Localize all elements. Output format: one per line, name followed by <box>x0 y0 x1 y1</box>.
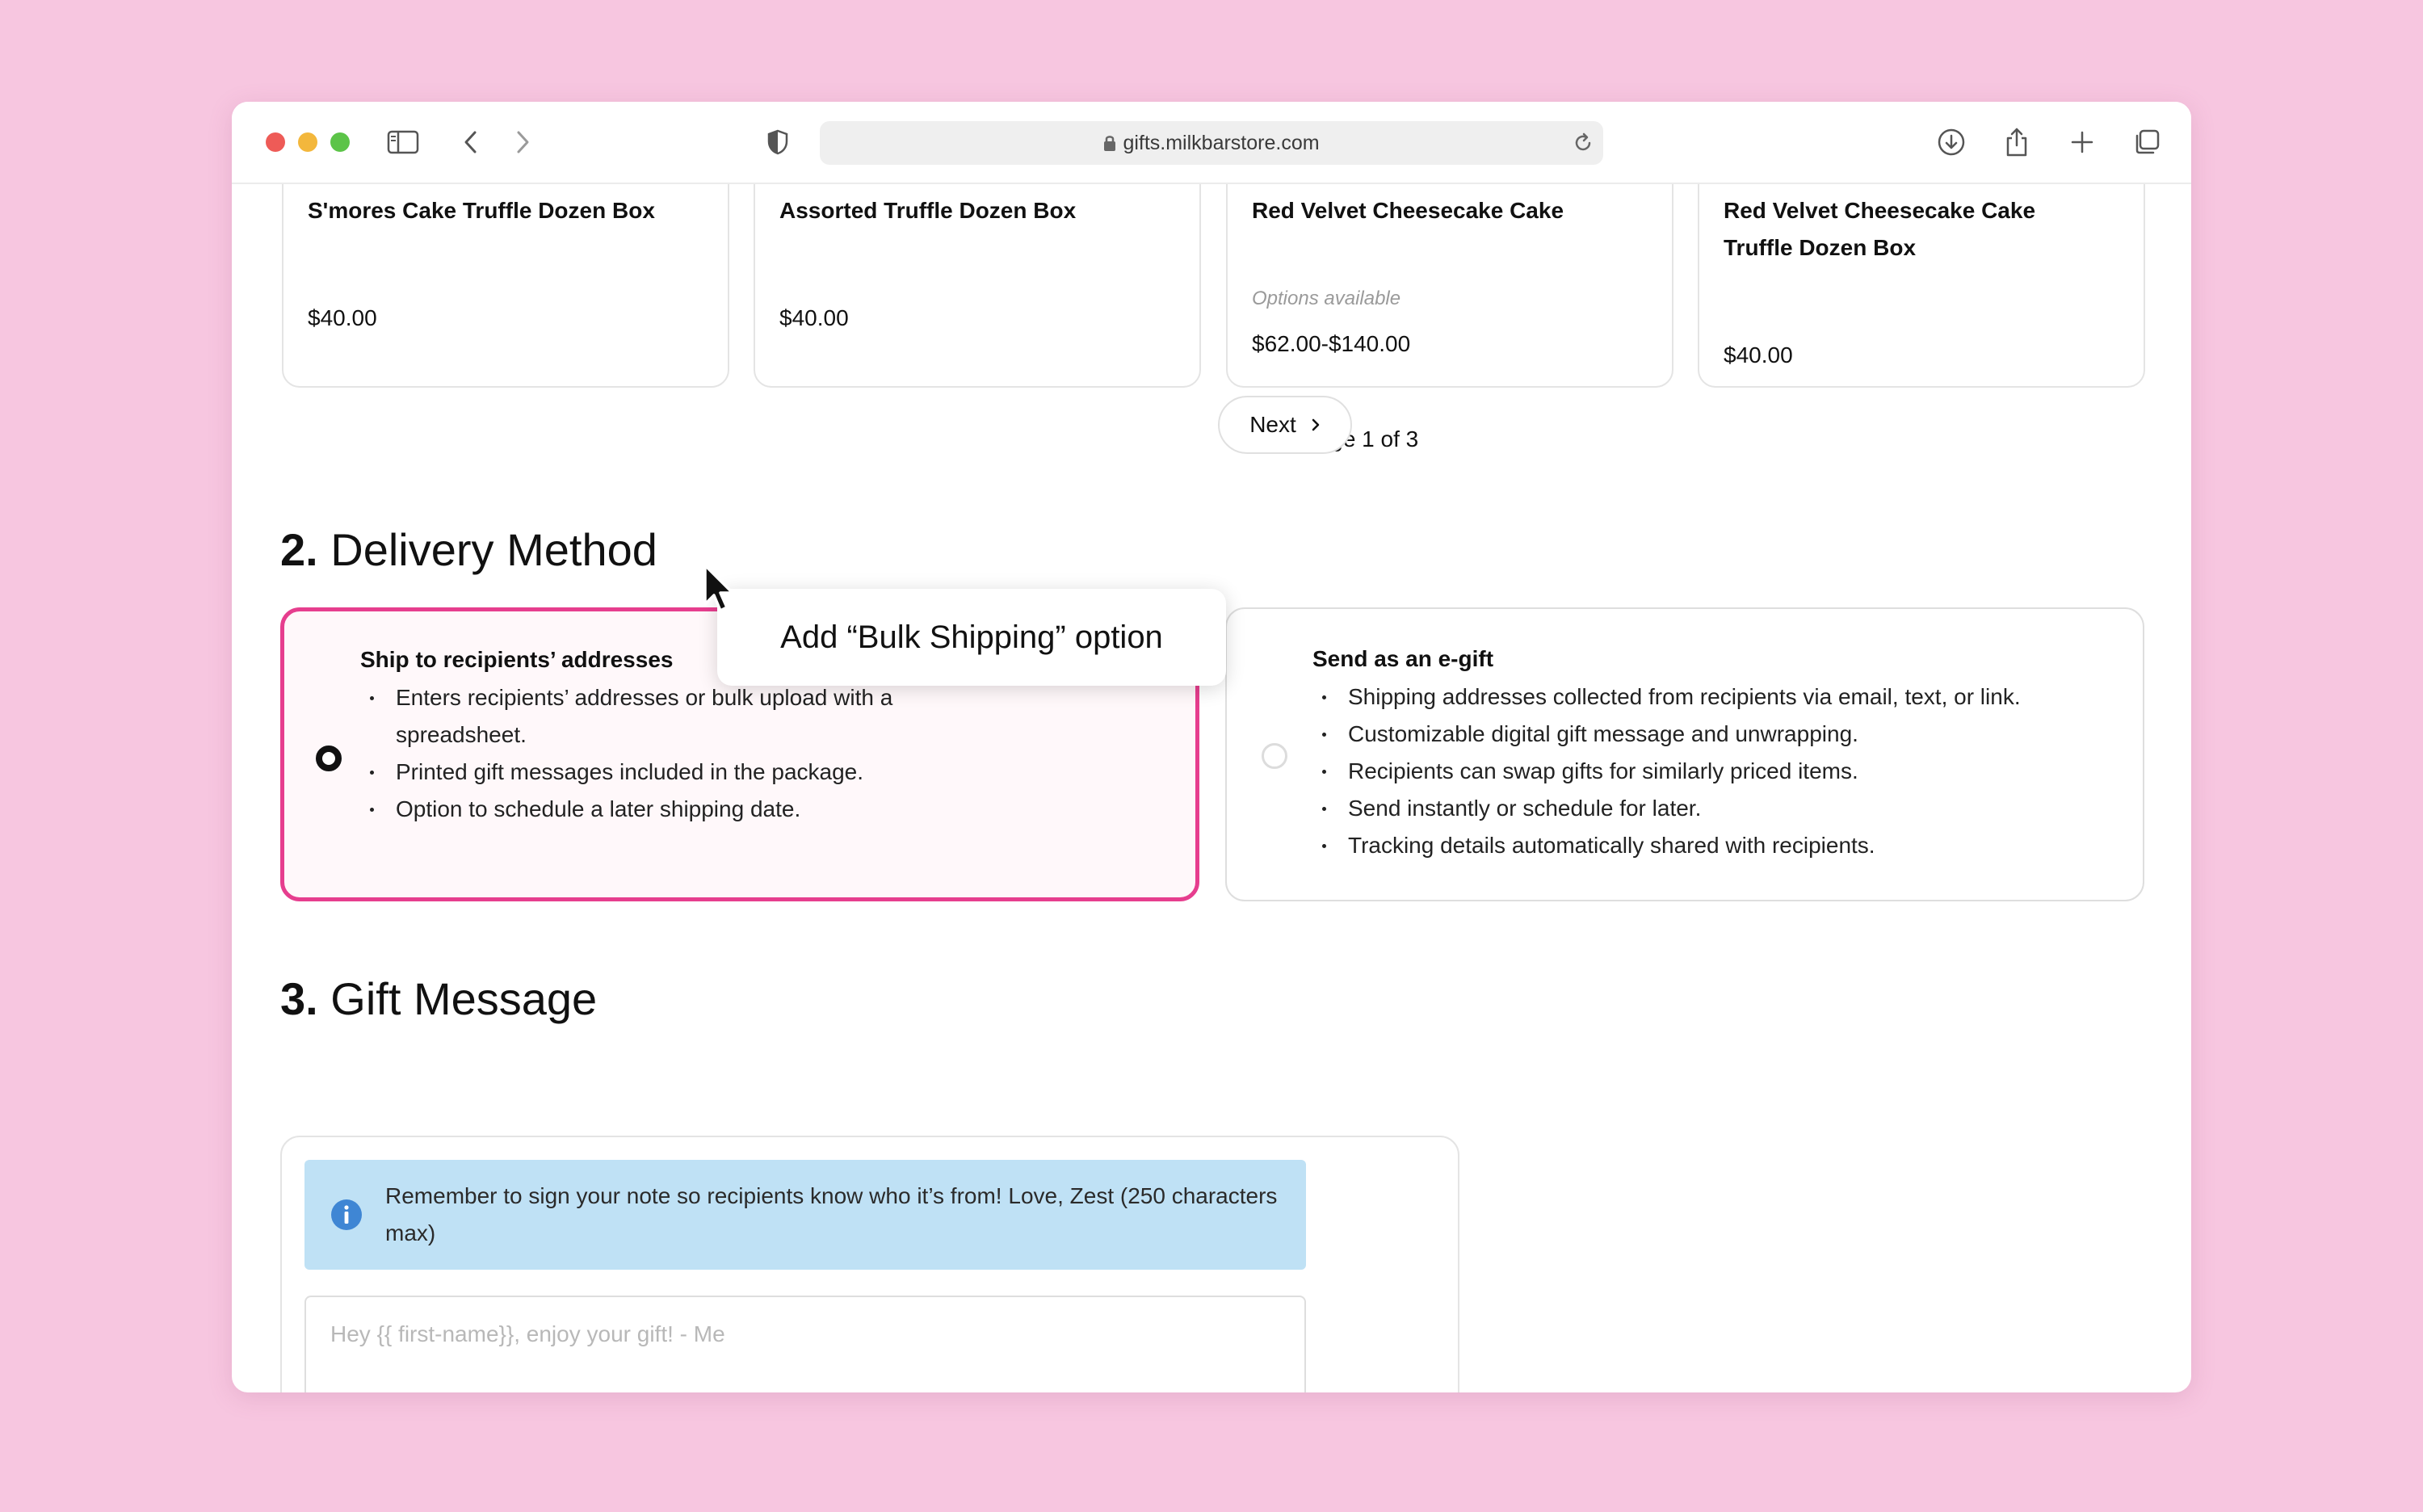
privacy-shield-icon[interactable] <box>762 126 794 158</box>
list-item: Enters recipients’ addresses or bulk upl… <box>360 679 974 754</box>
section-title: Delivery Method <box>330 524 657 575</box>
browser-window: gifts.milkbarstore.com S'mores Cake Truf… <box>232 102 2191 1392</box>
product-card[interactable]: Red Velvet Cheesecake Cake Truffle Dozen… <box>1698 183 2145 388</box>
radio-selected[interactable] <box>316 746 342 771</box>
delivery-method-heading: 2. Delivery Method <box>280 523 657 576</box>
option-bullets: Shipping addresses collected from recipi… <box>1312 678 2128 864</box>
product-options-note: Options available <box>1252 288 1401 309</box>
gift-message-card: Remember to sign your note so recipients… <box>280 1136 1459 1392</box>
new-tab-plus-icon[interactable] <box>2066 126 2098 158</box>
product-name: Red Velvet Cheesecake Cake <box>1252 198 1564 223</box>
download-icon[interactable] <box>1935 126 1967 158</box>
option-bullets: Enters recipients’ addresses or bulk upl… <box>360 679 974 828</box>
info-banner: Remember to sign your note so recipients… <box>304 1160 1306 1270</box>
chevron-right-icon <box>1311 412 1321 438</box>
list-item: Tracking details automatically shared wi… <box>1312 827 2128 864</box>
mouse-cursor-icon <box>702 562 737 620</box>
address-bar[interactable]: gifts.milkbarstore.com <box>820 121 1603 165</box>
product-price: $40.00 <box>308 305 377 330</box>
list-item: Customizable digital gift message and un… <box>1312 716 2128 753</box>
gift-message-input[interactable] <box>304 1296 1306 1392</box>
gift-message-heading: 3. Gift Message <box>280 972 597 1025</box>
section-number: 3. <box>280 973 318 1024</box>
zoom-window-button[interactable] <box>330 132 350 152</box>
page-content: S'mores Cake Truffle Dozen Box $40.00 As… <box>232 183 2191 1392</box>
section-number: 2. <box>280 524 318 575</box>
list-item: Recipients can swap gifts for similarly … <box>1312 753 2128 790</box>
option-title: Send as an e-gift <box>1312 646 1494 671</box>
next-page-label: Next <box>1249 412 1296 437</box>
info-text: Remember to sign your note so recipients… <box>385 1183 1278 1245</box>
info-icon <box>330 1199 363 1235</box>
product-price: $62.00-$140.00 <box>1252 331 1411 356</box>
product-card[interactable]: S'mores Cake Truffle Dozen Box $40.00 <box>282 183 729 388</box>
url-text: gifts.milkbarstore.com <box>1123 132 1320 154</box>
tab-overview-icon[interactable] <box>2131 126 2163 158</box>
minimize-window-button[interactable] <box>298 132 317 152</box>
product-card[interactable]: Assorted Truffle Dozen Box $40.00 <box>754 183 1201 388</box>
sidebar-toggle-icon[interactable] <box>387 126 419 158</box>
browser-toolbar: gifts.milkbarstore.com <box>232 102 2191 184</box>
close-window-button[interactable] <box>266 132 285 152</box>
share-icon[interactable] <box>2001 126 2033 158</box>
list-item: Option to schedule a later shipping date… <box>360 791 974 828</box>
product-name: S'mores Cake Truffle Dozen Box <box>308 198 655 223</box>
forward-arrow-icon[interactable] <box>506 126 539 158</box>
product-card[interactable]: Red Velvet Cheesecake Cake Options avail… <box>1226 183 1673 388</box>
option-title: Ship to recipients’ addresses <box>360 647 674 672</box>
reload-icon[interactable] <box>1573 132 1594 158</box>
next-page-button[interactable]: Next <box>1218 396 1352 454</box>
list-item: Send instantly or schedule for later. <box>1312 790 2128 827</box>
list-item: Shipping addresses collected from recipi… <box>1312 678 2128 716</box>
product-name: Assorted Truffle Dozen Box <box>779 198 1077 223</box>
product-price: $40.00 <box>779 305 849 330</box>
send-e-gift-option[interactable]: Send as an e-gift Shipping addresses col… <box>1225 607 2144 901</box>
product-price: $40.00 <box>1724 342 1793 368</box>
product-name: Red Velvet Cheesecake Cake Truffle Dozen… <box>1724 198 2036 260</box>
list-item: Printed gift messages included in the pa… <box>360 754 974 791</box>
lock-icon <box>1103 124 1116 167</box>
section-title: Gift Message <box>330 973 598 1024</box>
annotation-tooltip: Add “Bulk Shipping” option <box>717 589 1226 686</box>
radio-unselected[interactable] <box>1262 743 1287 769</box>
back-arrow-icon[interactable] <box>455 126 487 158</box>
